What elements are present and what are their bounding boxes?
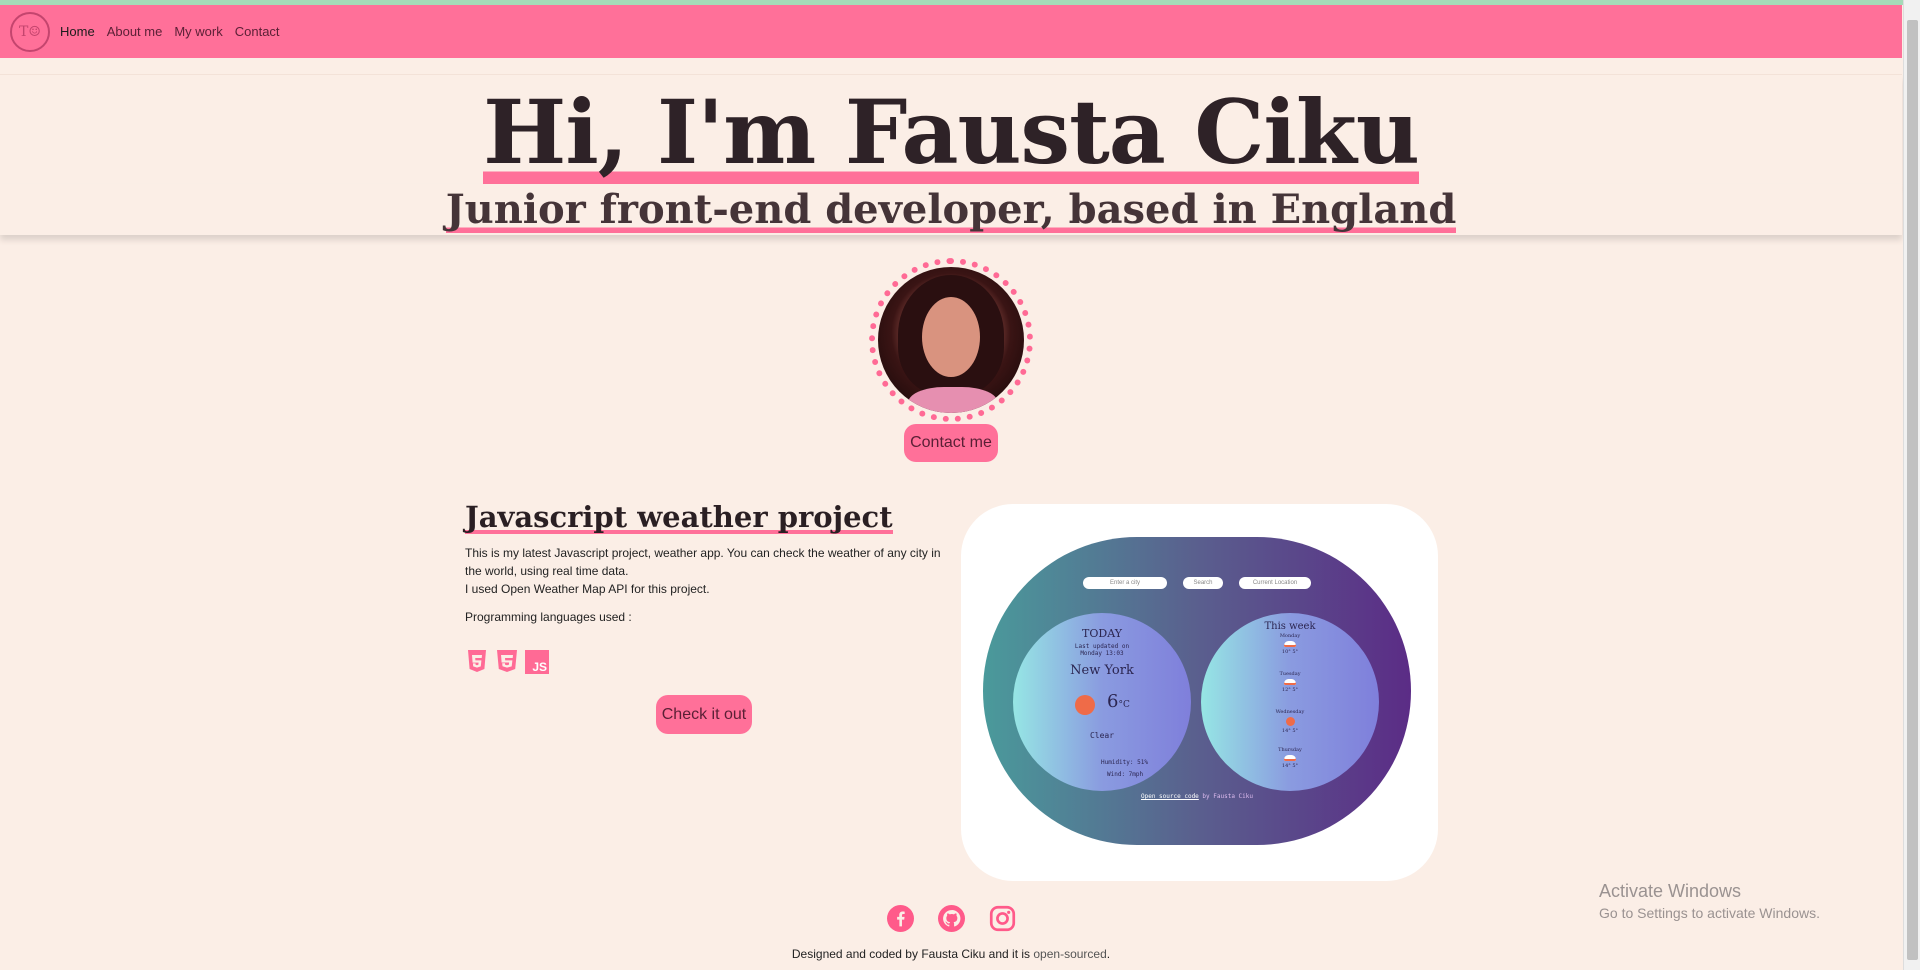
preview-footer: Open source code by Fausta Ciku [1141, 793, 1253, 800]
nav-about-me[interactable]: About me [107, 24, 163, 39]
cloud-icon [1284, 755, 1296, 761]
css3-icon [495, 650, 519, 674]
cloud-icon [1284, 641, 1296, 647]
sun-icon [1075, 695, 1095, 715]
search-button: Search [1183, 577, 1223, 589]
nav-contact[interactable]: Contact [235, 24, 280, 39]
activate-windows-watermark: Activate Windows Go to Settings to activ… [1599, 881, 1820, 921]
today-panel: TODAY Last updated on Monday 13:03 New Y… [1013, 613, 1191, 791]
today-label: TODAY [1082, 627, 1122, 640]
nav-my-work[interactable]: My work [174, 24, 222, 39]
cloud-icon [1284, 679, 1296, 685]
instagram-icon[interactable] [989, 905, 1016, 932]
social-links [887, 905, 1016, 932]
github-icon[interactable] [938, 905, 965, 932]
forecast-day: Wednesday 14° 5° [1275, 709, 1305, 734]
project-desc-line-1: This is my latest Javascript project, we… [465, 546, 941, 578]
nav-home[interactable]: Home [60, 24, 95, 39]
temperature: 6°C [1107, 691, 1130, 712]
page-scrollbar[interactable] [1903, 0, 1920, 970]
logo[interactable]: T☺ [10, 11, 50, 52]
last-updated: Last updated on Monday 13:03 [1074, 643, 1130, 657]
project-description: This is my latest Javascript project, we… [465, 544, 945, 598]
project-title: Javascript weather project [465, 500, 893, 534]
project-desc-line-2: I used Open Weather Map API for this pro… [465, 582, 710, 596]
language-icons: JS [465, 650, 549, 674]
footer-credit: Designed and coded by Fausta Ciku and it… [791, 947, 1111, 961]
city-name: New York [1070, 663, 1134, 678]
weather-app-screenshot: Enter a city Search Current Location TOD… [983, 537, 1411, 845]
sun-icon [1285, 717, 1295, 726]
week-panel: This week Monday 10° 5° Tuesday 12° 5° Wed… [1201, 613, 1379, 791]
navbar: T☺ Home About me My work Contact [0, 5, 1902, 58]
current-location-button: Current Location [1239, 577, 1311, 589]
avatar-frame [869, 258, 1033, 422]
city-search-input: Enter a city [1083, 577, 1167, 589]
hero-title: Hi, I'm Fausta Ciku [483, 80, 1420, 184]
hero-subtitle: Junior front-end developer, based in Eng… [445, 186, 1457, 233]
condition: Clear [1089, 731, 1115, 740]
avatar [878, 267, 1024, 413]
check-it-out-button[interactable]: Check it out [656, 695, 752, 734]
html5-icon [465, 650, 489, 674]
humidity-wind: Humidity: 51% Wind: 7mph [1101, 759, 1148, 778]
forecast-day: Monday 10° 5° [1279, 633, 1301, 655]
languages-label: Programming languages used : [465, 610, 632, 624]
js-icon: JS [525, 650, 549, 674]
contact-me-button[interactable]: Contact me [904, 424, 998, 462]
scrollbar-thumb[interactable] [1907, 20, 1918, 960]
week-title: This week [1264, 621, 1316, 632]
open-sourced-link[interactable]: open-sourced [1033, 947, 1106, 961]
forecast-day: Tuesday 12° 5° [1279, 671, 1301, 693]
weather-app-preview[interactable]: Enter a city Search Current Location TOD… [961, 504, 1438, 881]
facebook-icon[interactable] [887, 905, 914, 932]
forecast-day: Thursday 14° 5° [1278, 747, 1302, 769]
